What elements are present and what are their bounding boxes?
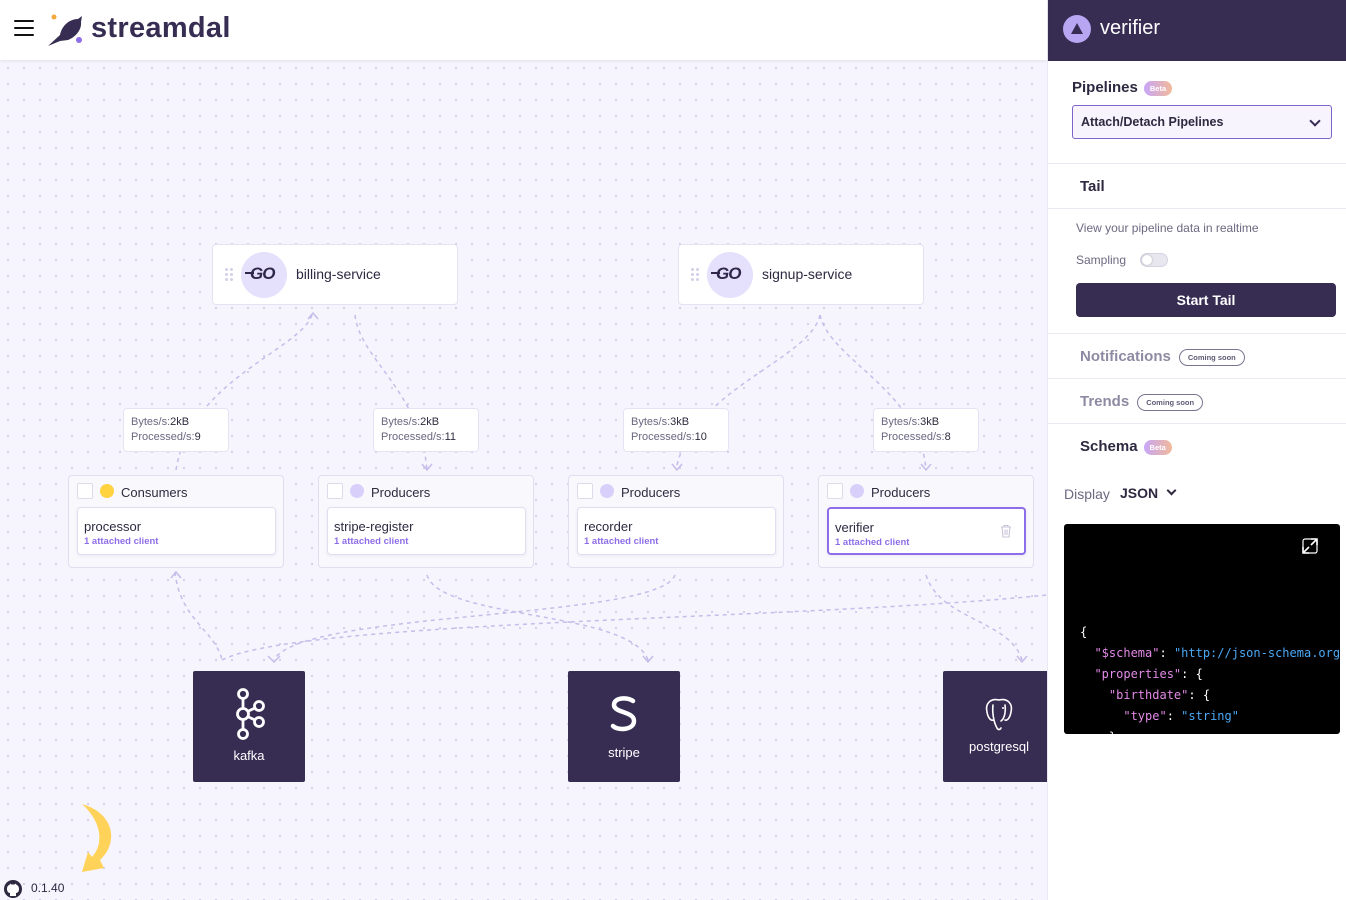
producer-group-node[interactable]: Producers stripe-register 1 attached cli… — [318, 475, 534, 568]
attached-client-count: 1 attached client — [835, 537, 910, 548]
chevron-down-icon[interactable] — [1166, 485, 1177, 496]
group-title: Producers — [371, 485, 431, 500]
datastore-kafka[interactable]: kafka — [193, 671, 305, 782]
select-value: Attach/Detach Pipelines — [1081, 115, 1224, 129]
attach-pipelines-select[interactable]: Attach/Detach Pipelines — [1072, 105, 1332, 139]
coming-soon-badge: Coming soon — [1178, 348, 1245, 366]
code-line: "$schema": "http://json-schema.org — [1094, 646, 1340, 660]
beta-badge: Beta — [1143, 80, 1173, 96]
code-line: "properties": { — [1094, 667, 1203, 681]
datastore-label: stripe — [608, 745, 640, 760]
kafka-icon — [236, 688, 265, 740]
group-title: Consumers — [121, 485, 188, 500]
trash-icon[interactable] — [1000, 524, 1012, 538]
attached-client-count: 1 attached client — [584, 536, 659, 547]
attached-client-count: 1 attached client — [84, 536, 159, 547]
drag-handle-icon[interactable] — [577, 483, 593, 499]
code-line: "birthdate": { — [1108, 688, 1211, 702]
client-card-verifier[interactable]: verifier 1 attached client — [827, 507, 1026, 555]
client-card-processor[interactable]: processor 1 attached client — [77, 507, 276, 555]
details-panel: verifier Pipelines Beta Attach/Detach Pip… — [1047, 0, 1346, 900]
display-format-select[interactable]: JSON — [1120, 485, 1158, 501]
datastore-stripe[interactable]: stripe — [568, 671, 680, 782]
go-language-icon: GO — [241, 252, 287, 298]
producer-group-node[interactable]: Producers recorder 1 attached client — [568, 475, 784, 568]
code-line: { — [1080, 625, 1088, 639]
onboarding-arrow-icon — [82, 804, 112, 872]
client-name: stripe-register — [334, 519, 414, 534]
expand-icon[interactable] — [1302, 538, 1318, 554]
panel-title: verifier — [1100, 17, 1161, 39]
service-name: billing-service — [296, 266, 381, 282]
attached-client-count: 1 attached client — [334, 536, 409, 547]
tail-description: View your pipeline data in realtime — [1076, 221, 1259, 235]
stripe-icon — [610, 696, 637, 732]
drag-handle-icon[interactable] — [77, 483, 93, 499]
producer-arrow-icon — [350, 484, 364, 498]
datastore-label: kafka — [233, 748, 265, 763]
client-card-stripe-register[interactable]: stripe-register 1 attached client — [327, 507, 526, 555]
group-title: Producers — [871, 485, 931, 500]
sampling-label: Sampling — [1076, 253, 1127, 267]
notifications-section[interactable]: Notifications Coming soon — [1048, 334, 1346, 379]
consumer-arrow-icon — [100, 484, 114, 498]
client-name: recorder — [584, 519, 633, 534]
throughput-stats: Bytes/s:2kB Processed/s:9 — [123, 408, 229, 452]
group-title: Producers — [621, 485, 681, 500]
producer-group-node[interactable]: Producers verifier 1 attached client — [818, 475, 1034, 568]
chevron-down-icon — [1309, 115, 1321, 127]
display-label: Display — [1064, 486, 1110, 502]
trends-title: Trends Coming soon — [1080, 393, 1204, 411]
consumer-group-node[interactable]: Consumers processor 1 attached client — [68, 475, 284, 568]
top-bar: streamdal — [0, 0, 1047, 60]
postgresql-elephant-icon — [985, 698, 1013, 731]
producer-icon — [1063, 15, 1091, 43]
notifications-title: Notifications Coming soon — [1080, 348, 1245, 366]
app-version: 0.1.40 — [31, 881, 65, 895]
throughput-stats: Bytes/s:3kB Processed/s:8 — [873, 408, 979, 452]
client-card-recorder[interactable]: recorder 1 attached client — [577, 507, 776, 555]
schema-code-view[interactable]: { "$schema": "http://json-schema.org "pr… — [1064, 524, 1340, 734]
trends-section[interactable]: Trends Coming soon — [1048, 379, 1346, 424]
start-tail-button[interactable]: Start Tail — [1076, 283, 1336, 317]
pipelines-title: Pipelines Beta — [1072, 79, 1173, 96]
code-line: "type": "string" — [1123, 709, 1239, 723]
hamburger-menu-icon[interactable] — [14, 20, 34, 36]
producer-arrow-icon — [850, 484, 864, 498]
beta-badge: Beta — [1143, 439, 1172, 455]
drag-handle-icon[interactable] — [327, 483, 343, 499]
tail-title: Tail — [1080, 178, 1105, 195]
drag-handle-icon[interactable] — [225, 268, 233, 282]
client-name: processor — [84, 519, 142, 534]
data-graph-canvas[interactable]: GO billing-service GO signup-service Byt… — [0, 60, 1047, 900]
producer-arrow-icon — [600, 484, 614, 498]
go-language-icon: GO — [707, 252, 753, 298]
throughput-stats: Bytes/s:3kB Processed/s:10 — [623, 408, 729, 452]
drag-handle-icon[interactable] — [827, 483, 843, 499]
service-node-signup-service[interactable]: GO signup-service — [678, 244, 924, 305]
coming-soon-badge: Coming soon — [1137, 393, 1204, 411]
drag-handle-icon[interactable] — [691, 268, 699, 282]
sampling-toggle[interactable] — [1140, 253, 1168, 267]
streamdal-bird-logo-icon — [48, 14, 82, 46]
tail-section-header[interactable]: Tail — [1048, 164, 1346, 209]
service-node-billing-service[interactable]: GO billing-service — [212, 244, 458, 305]
datastore-label: postgresql — [969, 739, 1029, 754]
datastore-postgresql[interactable]: postgresql — [943, 671, 1047, 782]
app-logo-text: streamdal — [91, 12, 231, 44]
throughput-stats: Bytes/s:2kB Processed/s:11 — [373, 408, 479, 452]
panel-header: verifier — [1048, 0, 1346, 61]
code-line: }, — [1080, 727, 1340, 734]
client-name: verifier — [835, 520, 875, 535]
schema-title: Schema Beta — [1080, 438, 1172, 455]
github-icon[interactable] — [3, 879, 23, 899]
service-name: signup-service — [762, 266, 853, 282]
